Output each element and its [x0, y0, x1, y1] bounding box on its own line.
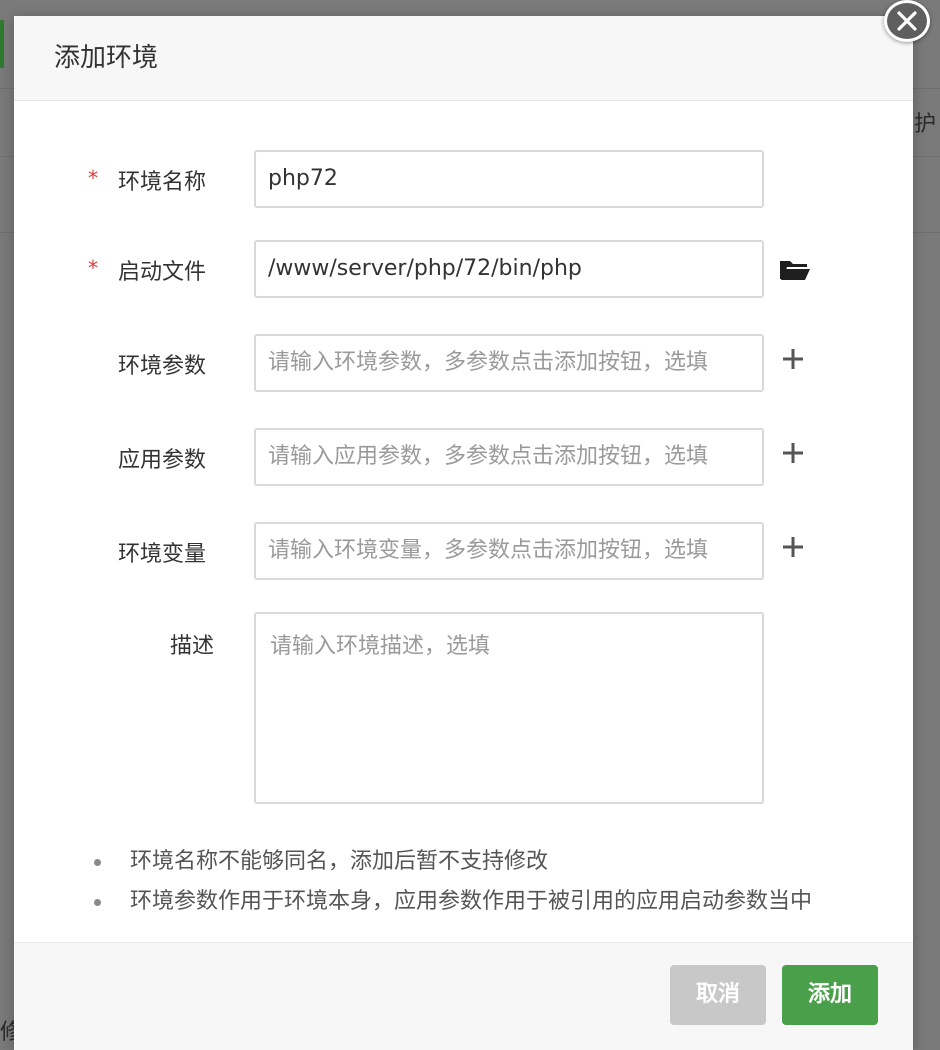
start-file-label: 启动文件 [118, 260, 207, 285]
env-params-input[interactable]: 请输入环境参数，多参数点击添加按钮，选填 [254, 334, 764, 392]
close-button[interactable] [880, 0, 938, 44]
description-label: 描述 [169, 634, 214, 659]
env-vars-input[interactable]: 请输入环境变量，多参数点击添加按钮，选填 [254, 522, 764, 580]
env-params-label: 环境参数 [118, 354, 207, 379]
help-notes: 环境名称不能够同名，添加后暂不支持修改 环境参数作用于环境本身，应用参数作用于被… [92, 842, 912, 922]
required-marker: * [88, 166, 98, 190]
cancel-button[interactable]: 取消 [670, 965, 766, 1025]
bullet-icon [94, 859, 101, 866]
plus-icon[interactable] [782, 348, 804, 370]
close-icon [884, 0, 930, 42]
app-params-input[interactable]: 请输入应用参数，多参数点击添加按钮，选填 [254, 428, 764, 486]
plus-icon[interactable] [782, 536, 804, 558]
note-text: 环境参数作用于环境本身，应用参数作用于被引用的应用启动参数当中 [130, 889, 813, 914]
description-textarea[interactable]: 请输入环境描述，选填 [254, 612, 764, 804]
add-button[interactable]: 添加 [782, 965, 878, 1025]
env-vars-label: 环境变量 [118, 542, 207, 567]
required-marker: * [88, 256, 98, 280]
dialog-title: 添加环境 [54, 43, 159, 73]
dialog-header: 添加环境 [14, 16, 913, 101]
background-green-tab [0, 20, 4, 68]
add-environment-dialog: 添加环境 * 环境名称 php72 * 启动文件 /www/server/php… [14, 16, 913, 1050]
bullet-icon [94, 899, 101, 906]
list-item: 环境参数作用于环境本身，应用参数作用于被引用的应用启动参数当中 [92, 882, 912, 922]
start-file-input[interactable]: /www/server/php/72/bin/php [254, 240, 764, 298]
app-params-label: 应用参数 [118, 448, 207, 473]
note-text: 环境名称不能够同名，添加后暂不支持修改 [130, 849, 549, 874]
list-item: 环境名称不能够同名，添加后暂不支持修改 [92, 842, 912, 882]
env-name-input[interactable]: php72 [254, 150, 764, 208]
dialog-footer: 取消 添加 [14, 942, 913, 1050]
background-text: 护 [914, 112, 937, 137]
folder-open-icon[interactable] [779, 258, 811, 282]
env-name-label: 环境名称 [118, 170, 207, 195]
plus-icon[interactable] [782, 442, 804, 464]
